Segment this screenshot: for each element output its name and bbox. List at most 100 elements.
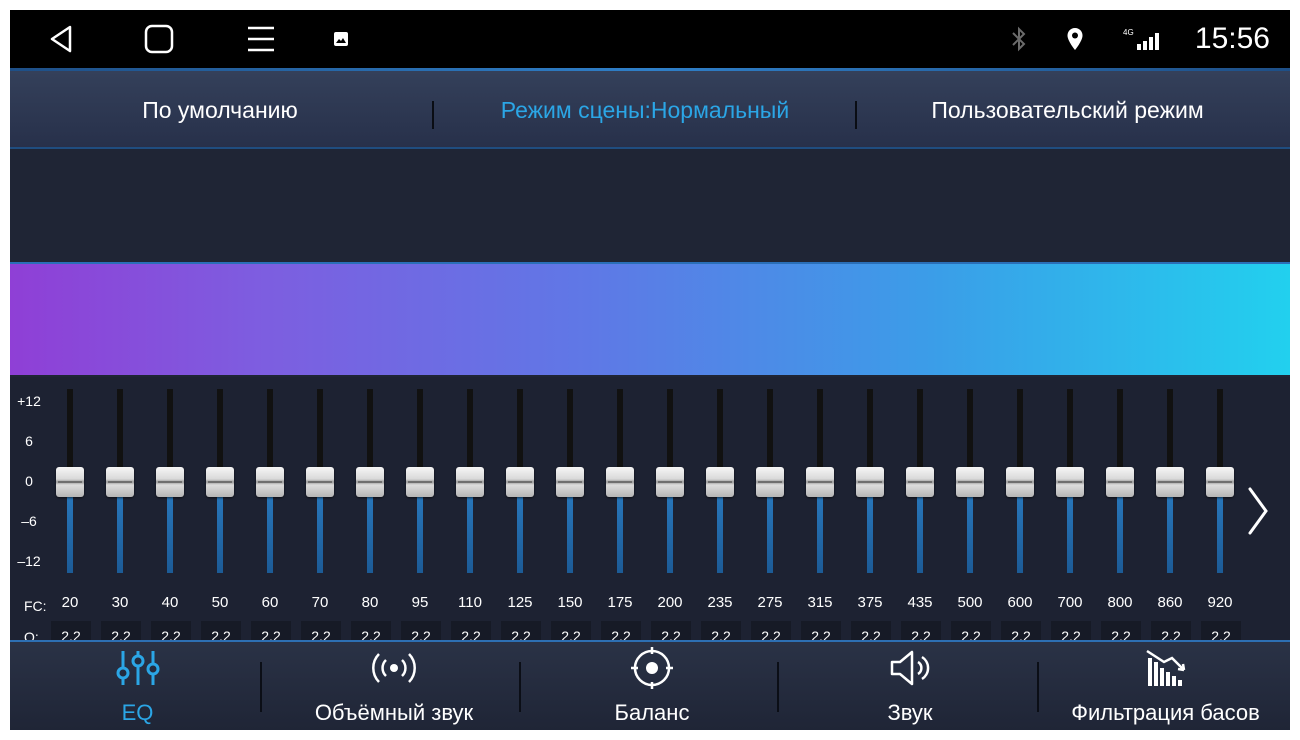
band-frequency: 40 [161,594,179,611]
eq-band: 150 2.2 [545,377,595,651]
eq-band: 125 2.2 [495,377,545,651]
eq-band: 920 2.2 [1195,377,1245,651]
eq-band: 50 2.2 [195,377,245,651]
slider-knob[interactable] [506,467,534,497]
eq-band: 315 2.2 [795,377,845,651]
slider-knob[interactable] [1156,467,1184,497]
slider-knob[interactable] [556,467,584,497]
nav-divider [1037,662,1039,712]
slider-knob[interactable] [856,467,884,497]
bluetooth-icon [1008,10,1030,68]
eq-band: 60 2.2 [245,377,295,651]
car-audio-screen: 4G 15:56 По умолчанию Режим сцены:Нормал… [10,10,1290,730]
slider-knob[interactable] [956,467,984,497]
home-icon[interactable] [144,10,174,68]
slider-knob[interactable] [206,467,234,497]
slider-knob[interactable] [906,467,934,497]
scale-label-zero: 0 [25,473,33,489]
network-type-label: 4G [1123,28,1134,37]
eq-band: 70 2.2 [295,377,345,651]
nav-sound[interactable]: Звук [781,642,1039,730]
slider-knob[interactable] [1006,467,1034,497]
nav-bass-filter-label: Фильтрация басов [1071,700,1260,725]
tab-custom-mode[interactable]: Пользовательский режим [900,71,1235,149]
nav-bass-filter[interactable]: Фильтрация басов [1041,642,1290,730]
equalizer-panel: +12 6 0 –6 –12 20 2.2 30 2.2 40 2.2 50 2.2 60 2.2… [10,377,1290,651]
slider-knob[interactable] [106,467,134,497]
eq-band: 175 2.2 [595,377,645,651]
tabs-underline [10,147,1290,149]
slider-knob[interactable] [756,467,784,497]
slider-knob[interactable] [1056,467,1084,497]
slider-knob[interactable] [456,467,484,497]
surround-broadcast-icon [265,648,523,688]
nav-eq-label: EQ [121,700,154,725]
eq-curve-visualizer [10,262,1290,375]
slider-knob[interactable] [56,467,84,497]
band-frequency: 50 [211,594,229,611]
nav-eq[interactable]: EQ [10,642,265,730]
tab-divider [855,101,857,129]
slider-knob[interactable] [356,467,384,497]
band-frequency: 60 [261,594,279,611]
status-bar: 4G 15:56 [10,10,1290,68]
slider-knob[interactable] [256,467,284,497]
band-frequency: 95 [411,594,429,611]
balance-target-icon [523,647,781,689]
band-frequency: 125 [507,594,533,611]
slider-knob[interactable] [1106,467,1134,497]
slider-knob[interactable] [606,467,634,497]
fc-row-label: FC: [24,598,47,614]
eq-band: 375 2.2 [845,377,895,651]
signal-icon: 4G [1120,10,1168,68]
band-frequency: 235 [707,594,733,611]
band-frequency: 275 [757,594,783,611]
nav-surround-label: Объёмный звук [314,700,474,725]
scale-label-minus6: –6 [21,513,37,529]
nav-surround[interactable]: Объёмный звук [265,642,523,730]
slider-knob[interactable] [406,467,434,497]
band-frequency: 30 [111,594,129,611]
slider-knob[interactable] [706,467,734,497]
band-frequency: 70 [311,594,329,611]
band-frequency: 860 [1157,594,1183,611]
equalizer-sliders-icon [10,648,265,688]
band-frequency: 435 [907,594,933,611]
tab-scene-mode[interactable]: Режим сцены:Нормальный [470,71,820,149]
eq-band: 30 2.2 [95,377,145,651]
nav-balance-label: Баланс [614,700,690,725]
band-frequency: 700 [1057,594,1083,611]
band-frequency: 375 [857,594,883,611]
eq-band: 700 2.2 [1045,377,1095,651]
bass-filter-icon [1041,648,1290,688]
bottom-nav: EQ Объёмный звук Баланс Звук Фильтрация … [10,640,1290,730]
slider-knob[interactable] [806,467,834,497]
scale-label-plus6: 6 [25,433,33,449]
eq-band: 235 2.2 [695,377,745,651]
slider-knob[interactable] [156,467,184,497]
nav-sound-label: Звук [887,700,933,725]
back-icon[interactable] [46,10,76,68]
nav-divider [777,662,779,712]
slider-knob[interactable] [1206,467,1234,497]
eq-band: 110 2.2 [445,377,495,651]
tab-default[interactable]: По умолчанию [80,71,360,149]
band-frequency: 920 [1207,594,1233,611]
scale-label-minus12: –12 [17,553,41,569]
nav-balance[interactable]: Баланс [523,642,781,730]
band-frequency: 500 [957,594,983,611]
band-frequency: 150 [557,594,583,611]
image-notification-icon [332,10,350,68]
scale-label-plus12: +12 [17,393,41,409]
band-frequency: 110 [458,594,482,611]
next-page-chevron-icon[interactable] [1242,483,1272,539]
slider-knob[interactable] [656,467,684,497]
eq-band: 275 2.2 [745,377,795,651]
slider-knob[interactable] [306,467,334,497]
band-frequency: 80 [361,594,379,611]
menu-icon[interactable] [246,10,276,68]
eq-band: 200 2.2 [645,377,695,651]
eq-band: 95 2.2 [395,377,445,651]
band-frequency: 175 [607,594,633,611]
eq-band: 800 2.2 [1095,377,1145,651]
